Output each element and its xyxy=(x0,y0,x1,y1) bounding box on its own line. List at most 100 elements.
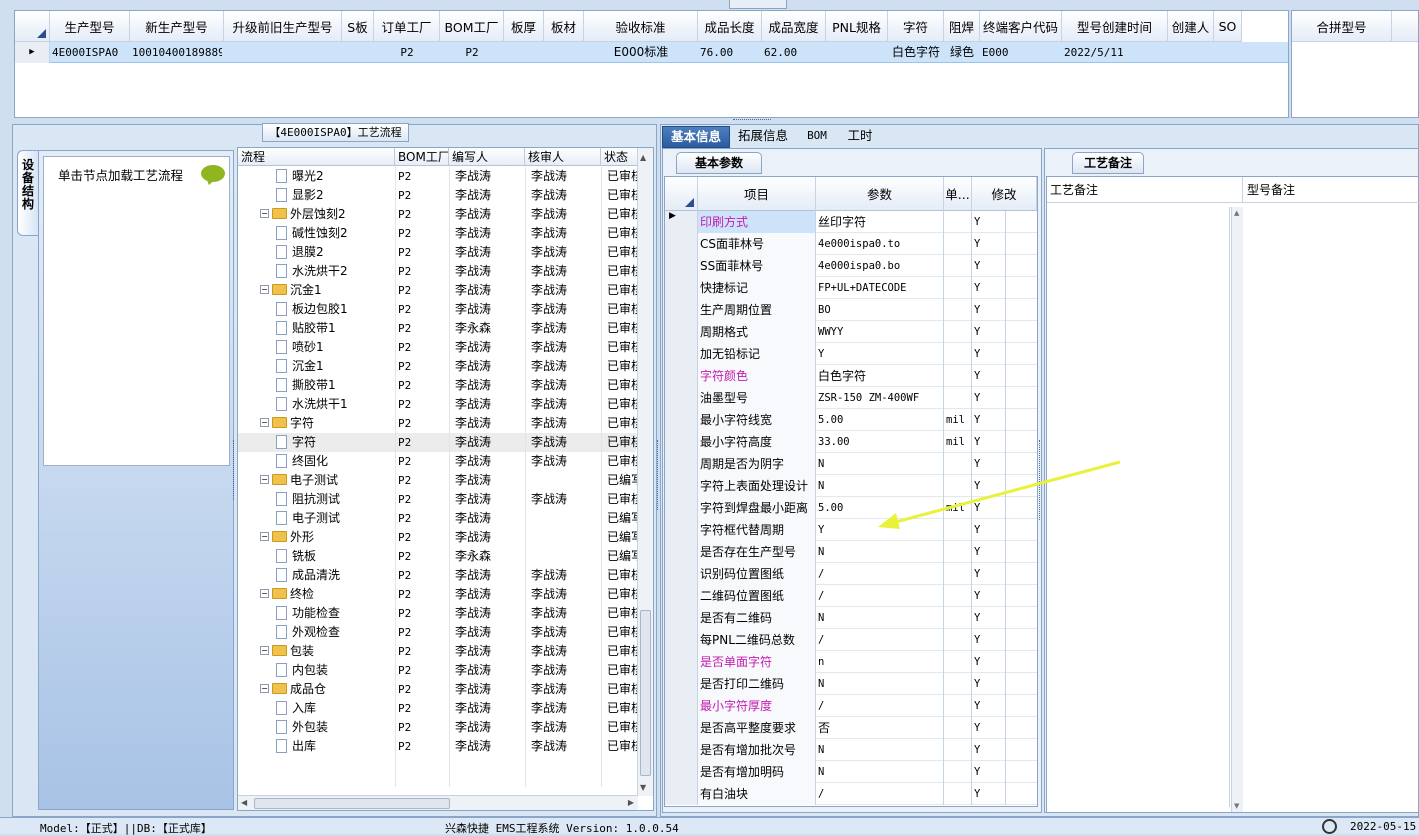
param-value-cell[interactable]: / xyxy=(816,629,944,651)
row-indicator[interactable]: ▶ xyxy=(665,211,698,233)
tree-node[interactable]: 碱性蚀刻2 xyxy=(276,224,395,243)
tree-row[interactable]: −终检P2李战涛李战涛已审核 xyxy=(238,585,638,604)
row-indicator[interactable] xyxy=(665,475,698,497)
param-value-cell[interactable]: 33.00 xyxy=(816,431,944,453)
param-row[interactable]: 是否单面字符 n Y xyxy=(665,651,1037,673)
param-value-cell[interactable]: / xyxy=(816,563,944,585)
tree-row[interactable]: −成品仓P2李战涛李战涛已审核 xyxy=(238,680,638,699)
tree-row[interactable]: 退膜2P2李战涛李战涛已审核 xyxy=(238,243,638,262)
scroll-left-icon[interactable]: ◀ xyxy=(241,798,247,807)
grid-cell[interactable]: 绿色 xyxy=(946,42,978,63)
row-indicator[interactable] xyxy=(665,519,698,541)
param-row[interactable]: 是否高平整度要求否 Y xyxy=(665,717,1037,739)
tree-row[interactable]: −外形P2李战涛已编写 xyxy=(238,528,638,547)
param-value-cell[interactable]: / xyxy=(816,695,944,717)
params-column-header[interactable]: 参数 xyxy=(816,177,944,211)
param-modify-cell[interactable]: Y xyxy=(972,695,1006,717)
param-value-cell[interactable]: 5.00 xyxy=(816,409,944,431)
grid-cell[interactable]: 2022/5/11 xyxy=(1064,42,1166,63)
tree-row[interactable]: 外观检查P2李战涛李战涛已审核 xyxy=(238,623,638,642)
tree-row[interactable]: −包装P2李战涛李战涛已审核 xyxy=(238,642,638,661)
tree-node[interactable]: 显影2 xyxy=(276,186,395,205)
param-modify-cell[interactable]: Y xyxy=(972,365,1006,387)
speech-bubble-icon[interactable] xyxy=(201,165,225,187)
scroll-down-icon[interactable]: ▼ xyxy=(1234,802,1239,810)
tree-node[interactable]: − 外层蚀刻2 xyxy=(260,205,395,224)
tree-node[interactable]: 曝光2 xyxy=(276,167,395,186)
grid-cell[interactable] xyxy=(344,42,372,63)
column-header[interactable]: S板 xyxy=(342,11,374,42)
param-value-cell[interactable]: Y xyxy=(816,343,944,365)
tree-node[interactable]: − 成品仓 xyxy=(260,680,395,699)
tree-column-header[interactable]: 核审人 xyxy=(525,148,601,166)
param-modify-cell[interactable]: Y xyxy=(972,387,1006,409)
param-row[interactable]: 生产周期位置 BO Y xyxy=(665,299,1037,321)
collapse-icon[interactable]: − xyxy=(260,418,269,427)
param-modify-cell[interactable]: Y xyxy=(972,673,1006,695)
param-modify-cell[interactable]: Y xyxy=(972,211,1006,233)
row-indicator[interactable] xyxy=(665,761,698,783)
param-row[interactable]: 每PNL二维码总数 / Y xyxy=(665,629,1037,651)
tree-column-header[interactable]: 状态 xyxy=(601,148,638,166)
tree-node[interactable]: 贴胶带1 xyxy=(276,319,395,338)
tree-node[interactable]: 电子测试 xyxy=(276,509,395,528)
param-row[interactable]: CS面菲林号 4e000ispa0.to Y xyxy=(665,233,1037,255)
param-modify-cell[interactable]: Y xyxy=(972,299,1006,321)
grid-cell[interactable]: 白色字符 xyxy=(890,42,942,63)
tree-row[interactable]: 成品清洗P2李战涛李战涛已审核 xyxy=(238,566,638,585)
tree-node[interactable]: 板边包胶1 xyxy=(276,300,395,319)
column-header[interactable]: 升级前旧生产型号 xyxy=(224,11,342,42)
row-indicator[interactable] xyxy=(665,255,698,277)
param-value-cell[interactable]: FP+UL+DATECODE xyxy=(816,277,944,299)
column-header[interactable]: 型号创建时间 xyxy=(1062,11,1168,42)
tree-node[interactable]: 水洗烘干2 xyxy=(276,262,395,281)
tree-node[interactable]: − 电子测试 xyxy=(260,471,395,490)
tree-row[interactable]: 沉金1P2李战涛李战涛已审核 xyxy=(238,357,638,376)
param-row[interactable]: 周期格式 WWYY Y xyxy=(665,321,1037,343)
tree-row[interactable]: 撕胶带1P2李战涛李战涛已审核 xyxy=(238,376,638,395)
tree-row[interactable]: −电子测试P2李战涛已编写 xyxy=(238,471,638,490)
grid-cell[interactable]: 76.00 xyxy=(700,42,760,63)
row-indicator[interactable] xyxy=(665,717,698,739)
param-value-cell[interactable]: n xyxy=(816,651,944,673)
column-header[interactable]: 成品宽度 xyxy=(762,11,826,42)
collapse-icon[interactable]: − xyxy=(260,532,269,541)
tree-node[interactable]: − 终检 xyxy=(260,585,395,604)
tree-row[interactable]: 贴胶带1P2李永森李战涛已审核 xyxy=(238,319,638,338)
merge-model-header-extra[interactable] xyxy=(1392,11,1418,42)
collapse-icon[interactable]: − xyxy=(260,684,269,693)
row-indicator[interactable] xyxy=(665,497,698,519)
row-indicator[interactable] xyxy=(665,365,698,387)
tree-node[interactable]: 阻抗测试 xyxy=(276,490,395,509)
param-value-cell[interactable]: N xyxy=(816,607,944,629)
param-row[interactable]: 是否有增加明码 N Y xyxy=(665,761,1037,783)
model-remark-area[interactable] xyxy=(1245,207,1415,807)
tree-node[interactable]: 铣板 xyxy=(276,547,395,566)
tree-row[interactable]: 水洗烘干2P2李战涛李战涛已审核 xyxy=(238,262,638,281)
tree-node[interactable]: − 包装 xyxy=(260,642,395,661)
tree-column-header[interactable]: 流程 xyxy=(238,148,395,166)
tree-row[interactable]: 显影2P2李战涛李战涛已审核 xyxy=(238,186,638,205)
tree-row[interactable]: 碱性蚀刻2P2李战涛李战涛已审核 xyxy=(238,224,638,243)
row-indicator[interactable] xyxy=(665,541,698,563)
tree-row[interactable]: 曝光2P2李战涛李战涛已审核 xyxy=(238,167,638,186)
param-modify-cell[interactable]: Y xyxy=(972,585,1006,607)
row-indicator[interactable] xyxy=(665,783,698,805)
grid-cell[interactable] xyxy=(546,42,582,63)
param-row[interactable]: 二维码位置图纸 / Y xyxy=(665,585,1037,607)
tab-process-remarks[interactable]: 工艺备注 xyxy=(1072,152,1144,174)
grid-cell[interactable]: 4E000ISPA0 xyxy=(52,42,128,63)
row-indicator[interactable] xyxy=(665,233,698,255)
param-row[interactable]: 最小字符线宽 5.00 mil Y xyxy=(665,409,1037,431)
param-row[interactable]: 最小字符高度 33.00 mil Y xyxy=(665,431,1037,453)
row-indicator[interactable] xyxy=(665,651,698,673)
scroll-up-icon[interactable]: ▲ xyxy=(640,153,646,162)
grid-cell[interactable] xyxy=(1170,42,1212,63)
tree-node[interactable]: 出库 xyxy=(276,737,395,756)
tab-basic-params[interactable]: 基本参数 xyxy=(676,152,762,174)
param-modify-cell[interactable]: Y xyxy=(972,541,1006,563)
param-value-cell[interactable]: / xyxy=(816,783,944,805)
tab-bom[interactable]: BOM xyxy=(798,126,836,148)
param-value-cell[interactable]: 4e000ispa0.to xyxy=(816,233,944,255)
params-column-header[interactable]: 项目 xyxy=(698,177,816,211)
